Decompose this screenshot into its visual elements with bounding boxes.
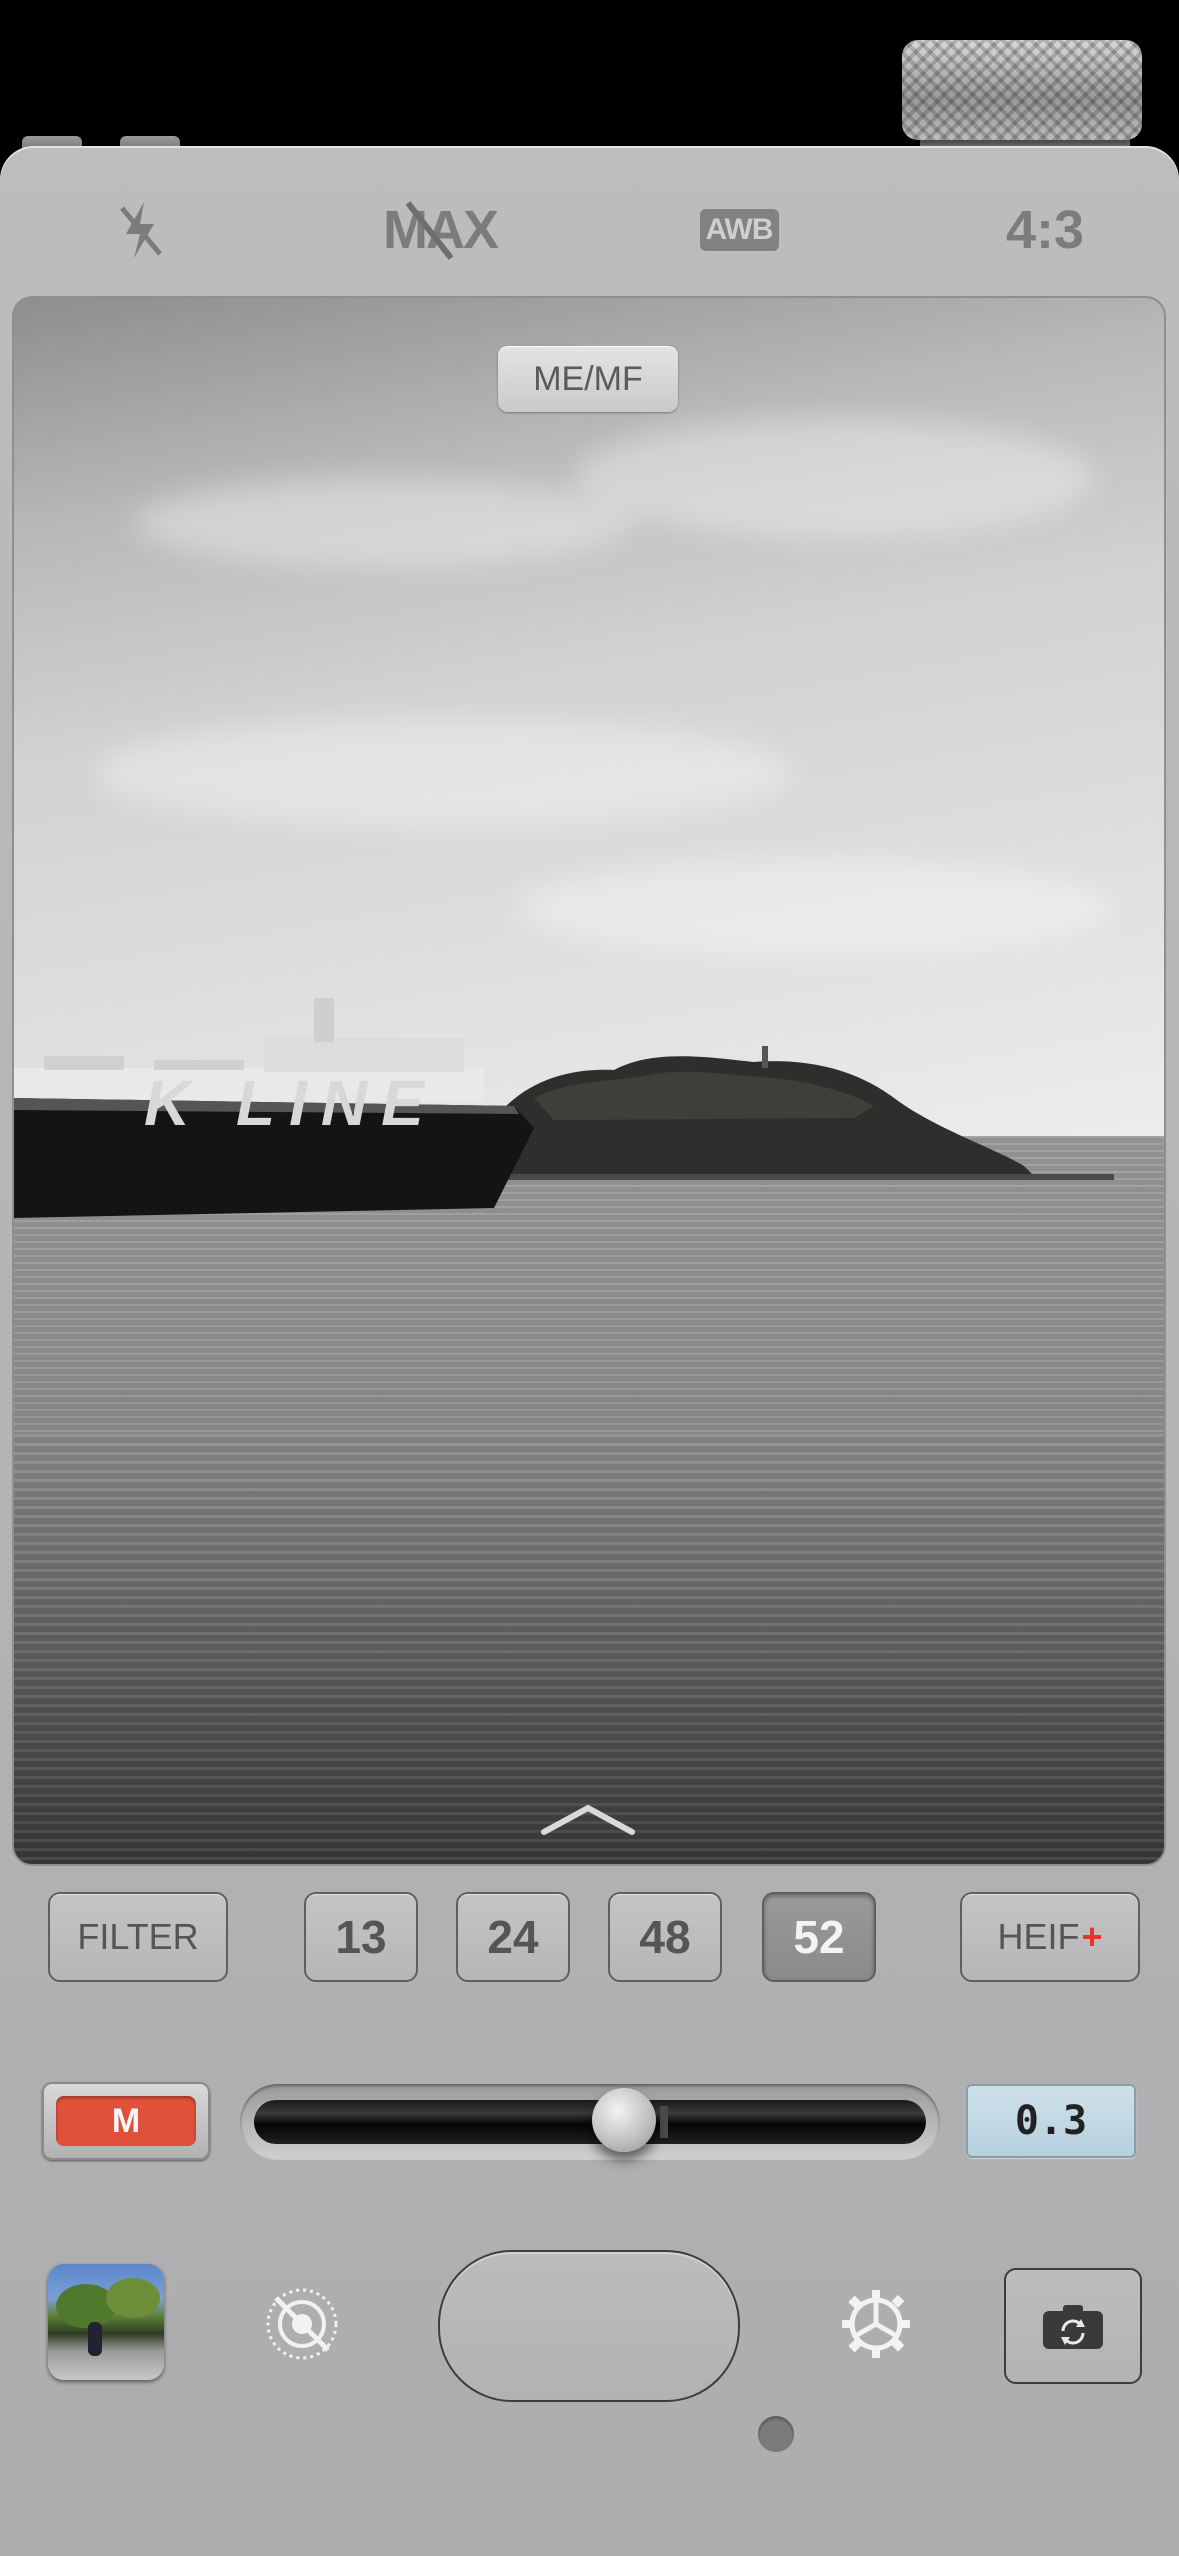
chevron-up-icon[interactable]: [538, 1798, 638, 1838]
shutter-button[interactable]: [438, 2250, 740, 2402]
exposure-mode-button[interactable]: M: [42, 2082, 210, 2160]
max-resolution-button[interactable]: MAX: [383, 190, 499, 270]
exposure-slider-track: [254, 2100, 926, 2144]
top-settings-row: MAX AWB 4:3: [0, 190, 1179, 270]
exposure-mode-label: M: [56, 2096, 196, 2146]
page-indicator-dot: [758, 2416, 794, 2452]
exposure-slider[interactable]: [240, 2084, 940, 2160]
focal-length-13-button[interactable]: 13: [304, 1892, 418, 1982]
last-photo-thumbnail[interactable]: [48, 2264, 164, 2380]
format-plus: +: [1081, 1916, 1103, 1957]
camera-flip-button[interactable]: [1004, 2268, 1142, 2384]
gear-icon[interactable]: [836, 2284, 916, 2364]
viewfinder[interactable]: K LINE ME/MF: [14, 298, 1164, 1864]
control-dial[interactable]: [902, 40, 1142, 140]
camera-flip-icon: [1043, 2305, 1103, 2349]
exposure-slider-thumb[interactable]: [591, 2088, 656, 2152]
aspect-ratio-button[interactable]: 4:3: [990, 190, 1100, 270]
focal-length-48-button[interactable]: 48: [608, 1892, 722, 1982]
exposure-slider-marker: [659, 2106, 668, 2138]
focal-length-24-button[interactable]: 24: [456, 1892, 570, 1982]
ship-hull-lettering: K LINE: [144, 1067, 438, 1139]
max-label: MAX: [383, 200, 499, 260]
camera-app-screen: MAX AWB 4:3 K LINE ME/MF FILTER 13 24 48…: [0, 0, 1179, 2556]
filter-button[interactable]: FILTER: [48, 1892, 228, 1982]
focal-length-52-button[interactable]: 52: [762, 1892, 876, 1982]
format-label: HEIF: [997, 1916, 1080, 1957]
focus-mode-button[interactable]: ME/MF: [498, 346, 678, 412]
white-balance-button[interactable]: AWB: [699, 190, 779, 270]
image-format-button[interactable]: HEIF +: [960, 1892, 1140, 1982]
flash-off-icon[interactable]: [100, 190, 180, 270]
live-photo-off-icon[interactable]: [262, 2284, 342, 2364]
awb-label: AWB: [699, 209, 779, 251]
exposure-value-display: 0.3: [966, 2084, 1136, 2158]
